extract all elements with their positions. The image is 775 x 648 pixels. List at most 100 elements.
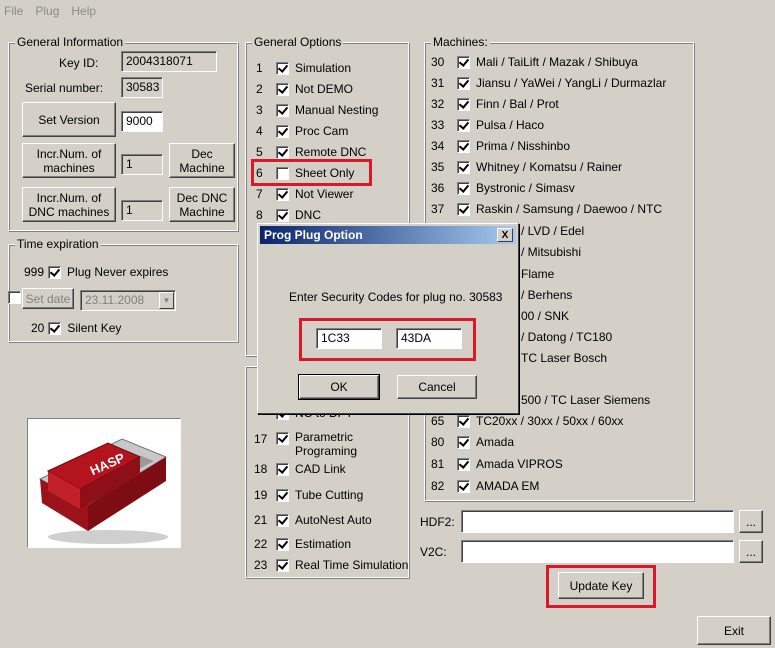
machine-label: Whitney / Komatsu / Rainer (476, 160, 623, 174)
menu-help[interactable]: Help (71, 4, 96, 18)
general-information-title: General Information (15, 35, 126, 49)
option-label: Proc Cam (295, 124, 349, 138)
option-checkbox[interactable] (276, 513, 289, 527)
ok-button[interactable]: OK (298, 374, 380, 400)
incr-dnc-machines-button[interactable]: Incr.Num. of DNC machines (22, 187, 116, 222)
option-row: 17 Parametric Programing (254, 430, 365, 460)
machine-number: 37 (431, 202, 445, 216)
option-checkbox[interactable] (276, 488, 289, 502)
hdf2-browse-button[interactable]: ... (739, 510, 763, 533)
silent-key-number: 20 (31, 321, 45, 335)
option-checkbox[interactable] (276, 558, 289, 572)
option-checkbox[interactable] (276, 432, 289, 445)
date-select[interactable]: 23.11.2008 ▼ (80, 290, 176, 311)
menu-file[interactable]: File (4, 4, 23, 18)
option-row: 8 DNC (256, 206, 321, 224)
machine-number: 81 (431, 457, 445, 471)
option-checkbox[interactable] (276, 462, 289, 476)
machine-checkbox[interactable] (457, 160, 470, 174)
machine-row: 33 Pulsa / Haco (431, 116, 544, 134)
machine-number: 34 (431, 139, 445, 153)
option-row: 3 Manual Nesting (256, 101, 378, 119)
version-input[interactable]: 9000 (121, 111, 163, 132)
incr-machines-button[interactable]: Incr.Num. of machines (22, 143, 116, 178)
key-id-field[interactable]: 2004318071 (121, 51, 217, 72)
machine-row: 34 Prima / Nisshinbo (431, 137, 570, 155)
chevron-down-icon[interactable]: ▼ (159, 292, 174, 309)
option-checkbox[interactable] (276, 187, 289, 201)
plug-never-expires-checkbox[interactable] (48, 265, 62, 279)
option-checkbox[interactable] (276, 124, 289, 138)
serial-number-field[interactable]: 30583 (121, 77, 163, 98)
machine-checkbox[interactable] (457, 55, 470, 69)
silent-key-checkbox[interactable] (48, 321, 62, 335)
key-id-label: Key ID: (59, 56, 99, 70)
machine-checkbox[interactable] (457, 76, 470, 90)
option-number: 17 (254, 432, 268, 446)
option-label: Tube Cutting (295, 488, 364, 502)
incr-dnc-machines-field[interactable]: 1 (121, 200, 163, 221)
machine-label: Raskin / Samsung / Daewoo / NTC (476, 202, 663, 216)
option-row: 7 Not Viewer (256, 185, 353, 203)
exit-button[interactable]: Exit (697, 616, 771, 645)
machine-row: 30 Mali / TaiLift / Mazak / Shibuya (431, 53, 638, 71)
machine-checkbox[interactable] (457, 435, 470, 449)
machine-number: 65 (431, 414, 445, 428)
option-checkbox[interactable] (276, 537, 289, 551)
machine-checkbox[interactable] (457, 202, 470, 216)
option-checkbox[interactable] (276, 82, 289, 96)
machine-label-partial: 00 / SNK (521, 309, 570, 323)
option-row: 1 Simulation (256, 59, 351, 77)
machine-number: 31 (431, 76, 445, 90)
menu-plug[interactable]: Plug (35, 4, 59, 18)
option-label: Simulation (295, 61, 352, 75)
sheet-only-highlight (251, 159, 372, 186)
option-checkbox[interactable] (276, 61, 289, 75)
option-label: DNC (295, 208, 321, 222)
cancel-button[interactable]: Cancel (397, 375, 477, 399)
option-checkbox[interactable] (276, 208, 289, 222)
v2c-browse-button[interactable]: ... (739, 540, 763, 563)
machine-label: Mali / TaiLift / Mazak / Shibuya (476, 55, 638, 69)
update-key-highlight (546, 565, 656, 608)
option-number: 2 (256, 82, 263, 96)
v2c-input[interactable] (461, 540, 734, 563)
dialog-title-bar[interactable]: Prog Plug Option X (260, 226, 516, 244)
option-number: 1 (256, 61, 263, 75)
dialog-message: Enter Security Codes for plug no. 30583 (289, 290, 503, 304)
machine-number: 82 (431, 479, 445, 493)
close-icon[interactable]: X (497, 228, 513, 242)
machine-checkbox[interactable] (457, 118, 470, 132)
machine-label: Bystronic / Simasv (476, 181, 575, 195)
set-date-checkbox[interactable] (8, 291, 21, 304)
machine-row: 36 Bystronic / Simasv (431, 179, 575, 197)
option-row: 23 Real Time Simulation (254, 556, 408, 574)
machine-checkbox[interactable] (457, 139, 470, 153)
machine-number: 33 (431, 118, 445, 132)
machine-checkbox[interactable] (457, 181, 470, 195)
prog-plug-option-dialog: Prog Plug Option X Enter Security Codes … (257, 223, 519, 414)
hdf2-input[interactable] (461, 510, 734, 533)
machine-checkbox[interactable] (457, 479, 470, 493)
machine-label-partial: / Mitsubishi (521, 245, 582, 259)
option-checkbox[interactable] (276, 145, 289, 159)
machine-label-partial: / Berhens (521, 288, 573, 302)
option-label: Not DEMO (295, 82, 354, 96)
option-number: 23 (254, 558, 268, 572)
machine-row: 65 TC20xx / 30xx / 50xx / 60xx (431, 412, 623, 430)
option-number: 3 (256, 103, 263, 117)
hasp-dongle-icon: HASP (38, 438, 168, 544)
incr-machines-field[interactable]: 1 (121, 154, 163, 175)
dec-dnc-machine-button[interactable]: Dec DNC Machine (169, 187, 235, 222)
set-date-button[interactable]: Set date (22, 288, 74, 309)
machine-checkbox[interactable] (457, 97, 470, 111)
option-checkbox[interactable] (276, 103, 289, 117)
time-expiration-title: Time expiration (15, 237, 101, 251)
machine-checkbox[interactable] (457, 414, 470, 428)
option-label: Estimation (295, 537, 352, 551)
dec-machine-button[interactable]: Dec Machine (169, 143, 235, 178)
menu-bar: File Plug Help (0, 0, 775, 22)
machine-label: Prima / Nisshinbo (476, 139, 571, 153)
set-version-button[interactable]: Set Version (22, 102, 116, 137)
machine-checkbox[interactable] (457, 457, 470, 471)
